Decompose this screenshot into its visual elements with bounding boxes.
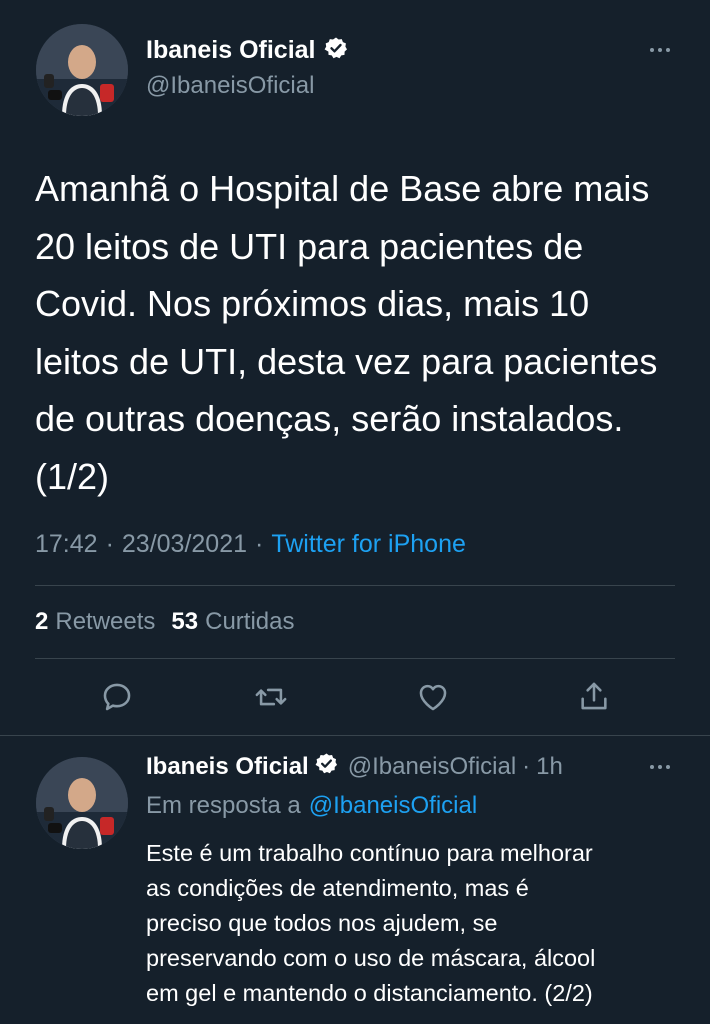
more-options-icon[interactable] — [650, 48, 670, 52]
reply-more-options-icon[interactable] — [650, 765, 670, 769]
in-reply-to: Em resposta a @IbaneisOficial — [146, 792, 477, 820]
reply-text: Este é um trabalho contínuo para melhora… — [146, 836, 706, 1011]
retweets-stat[interactable]: 2 Retweets — [35, 608, 155, 636]
author-display-name[interactable]: Ibaneis Oficial — [146, 36, 316, 65]
reply-separator: · — [522, 753, 531, 780]
likes-label: Curtidas — [205, 608, 295, 635]
verified-badge-icon — [315, 752, 338, 782]
retweets-label: Retweets — [55, 608, 156, 635]
thread-divider — [0, 735, 710, 736]
reply-text-line: preciso que todos nos ajudem, se — [146, 910, 498, 936]
tweet-text-line: Amanhã o Hospital de Base abre mais — [35, 168, 650, 209]
author-avatar[interactable] — [36, 24, 128, 116]
tweet-text-line: de outras doenças, serão instalados. — [35, 398, 624, 439]
reply-icon[interactable] — [100, 680, 134, 714]
reply-author-handle[interactable]: @IbaneisOficial — [348, 753, 516, 781]
likes-count: 53 — [171, 608, 199, 635]
reply-author-avatar[interactable] — [36, 757, 128, 849]
tweet-date[interactable]: 23/03/2021 — [122, 530, 247, 559]
share-icon[interactable] — [577, 678, 611, 714]
like-icon[interactable] — [415, 680, 451, 714]
reply-time-ago[interactable]: 1h — [536, 753, 563, 781]
in-reply-to-handle-link[interactable]: @IbaneisOficial — [309, 792, 477, 820]
tweet-text-line: (1/2) — [35, 455, 110, 497]
verified-badge-icon — [324, 36, 348, 65]
tweet-detail-page: Ibaneis Oficial @IbaneisOficial Amanhã o… — [0, 0, 710, 1024]
tweet-time[interactable]: 17:42 — [35, 530, 98, 559]
tweet-text-line: 20 leitos de UTI para pacientes de — [35, 225, 584, 267]
likes-stat[interactable]: 53 Curtidas — [171, 608, 294, 636]
tweet-text-line: Covid. Nos próximos dias, mais 10 — [35, 283, 590, 324]
tweet-text: Amanhã o Hospital de Base abre mais 20 l… — [35, 160, 695, 505]
reply-author-display-name[interactable]: Ibaneis Oficial — [146, 753, 309, 781]
meta-separator: · — [105, 530, 114, 558]
reply-text-line: preservando com o uso de máscara, álcool — [146, 945, 596, 971]
divider — [35, 658, 675, 659]
tweet-meta: 17:42 · 23/03/2021 · Twitter for iPhone — [35, 530, 466, 559]
author-name-row[interactable]: Ibaneis Oficial — [146, 36, 348, 65]
tweet-action-bar — [0, 676, 710, 720]
reply-text-line: em gel e mantendo o distanciamento. (2/2… — [146, 980, 593, 1006]
author-handle[interactable]: @IbaneisOficial — [146, 72, 314, 100]
in-reply-to-prefix: Em resposta a — [146, 792, 301, 819]
tweet-text-line: leitos de UTI, desta vez para pacientes — [35, 340, 658, 382]
retweet-icon[interactable] — [253, 680, 289, 714]
tweet-source-link[interactable]: Twitter for iPhone — [271, 530, 466, 559]
reply-text-line: Este é um trabalho contínuo para melhora… — [146, 840, 593, 866]
reply-text-line: as condições de atendimento, mas é — [146, 875, 529, 901]
meta-separator: · — [255, 530, 264, 558]
tweet-stats: 2 Retweets 53 Curtidas — [35, 608, 294, 636]
retweets-count: 2 — [35, 608, 49, 635]
reply-header: Ibaneis Oficial @IbaneisOficial · 1h — [146, 752, 563, 782]
divider — [35, 585, 675, 586]
